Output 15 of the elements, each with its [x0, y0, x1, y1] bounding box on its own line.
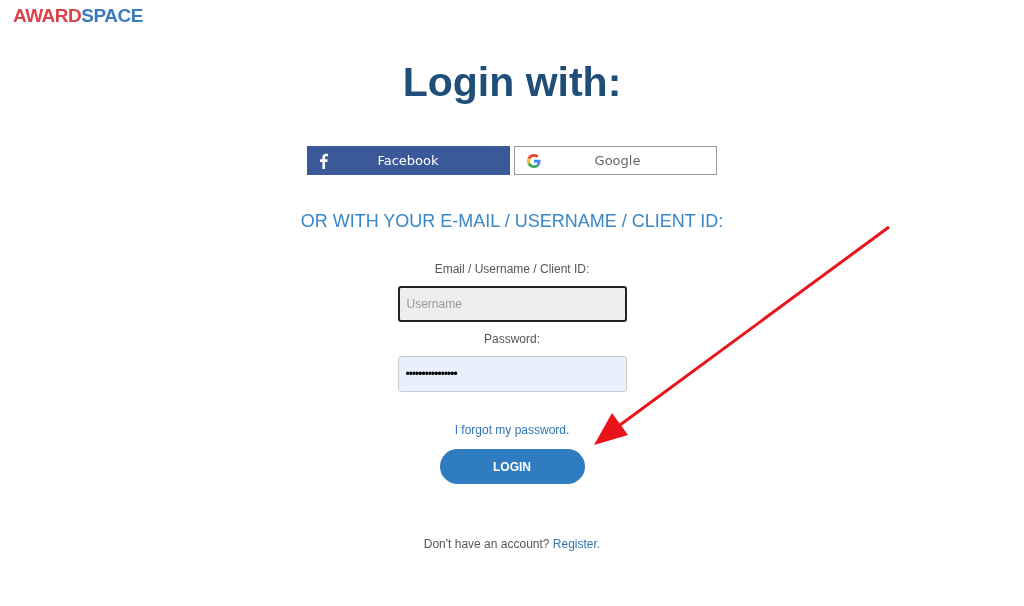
facebook-icon [319, 152, 328, 169]
username-field[interactable]: Username [397, 286, 627, 322]
forgot-password-link[interactable]: I forgot my password. [454, 421, 570, 439]
google-icon [527, 153, 541, 168]
page-title: Login with: [402, 58, 622, 107]
google-login-button[interactable]: Google [514, 146, 717, 175]
facebook-login-button[interactable]: Facebook [307, 146, 510, 175]
register-link[interactable]: Register. [552, 537, 601, 551]
password-field[interactable]: •••••••••••••••• [397, 356, 627, 392]
section-heading: OR WITH YOUR E-MAIL / USERNAME / CLIENT ID: [300, 210, 724, 233]
field-label: Password: [484, 331, 540, 348]
logo[interactable]: AWARDSPACE [13, 6, 144, 25]
login-button[interactable]: LOGIN [439, 449, 585, 484]
field-label: Email / Username / Client ID: [434, 261, 590, 278]
register-prompt: Don't have an account? Register. [423, 536, 601, 553]
